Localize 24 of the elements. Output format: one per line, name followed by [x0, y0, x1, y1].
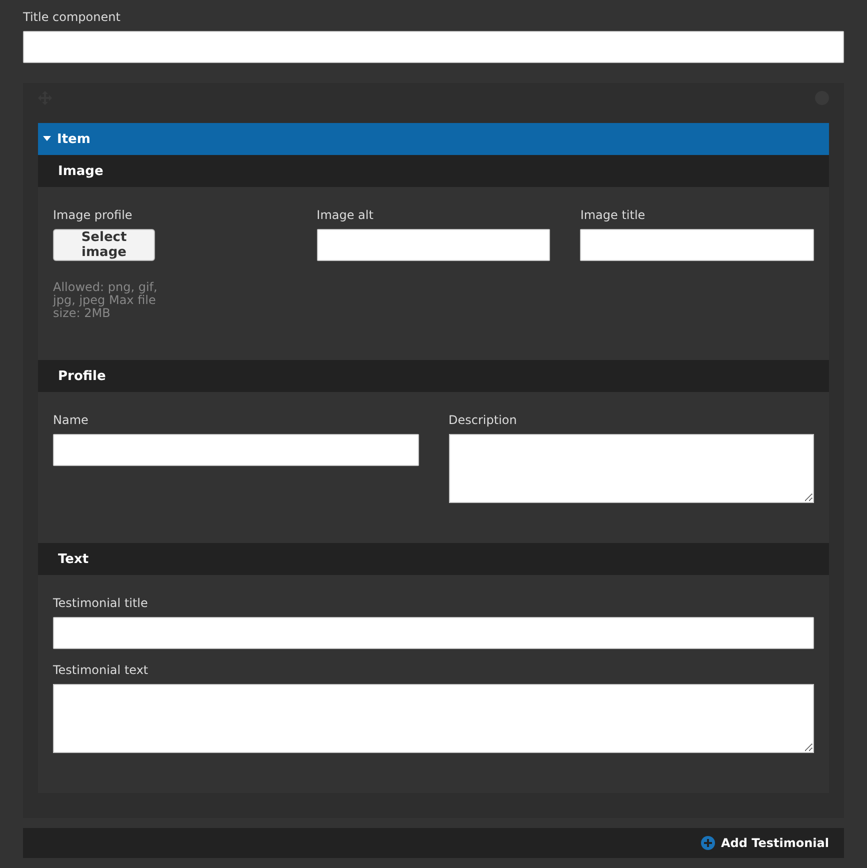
- field-label: Description: [448, 413, 518, 427]
- field-label: Image alt: [316, 208, 374, 222]
- add-testimonial-button[interactable]: Add Testimonial: [701, 836, 829, 850]
- file-hint: Allowed: png, gif, jpg, jpeg Max file size: 2MB: [53, 281, 158, 320]
- text-area[interactable]: [53, 684, 814, 753]
- text-field[interactable]: [23, 31, 844, 63]
- field-label: Testimonial text: [53, 663, 150, 677]
- field-label: Name: [53, 413, 90, 427]
- text-field[interactable]: [53, 617, 814, 649]
- text-field[interactable]: [53, 434, 418, 466]
- section-header: Image: [38, 155, 829, 187]
- text-field[interactable]: [580, 229, 814, 261]
- text-field[interactable]: [316, 229, 550, 261]
- field-label: Image profile: [53, 208, 134, 222]
- section-header: Profile: [38, 360, 829, 392]
- field-label: Image title: [580, 208, 646, 222]
- caret-icon: [43, 136, 51, 142]
- item-header[interactable]: Item: [38, 123, 829, 155]
- text-area[interactable]: [448, 434, 814, 503]
- field-label: Testimonial title: [53, 596, 149, 610]
- section-header: Text: [38, 543, 829, 575]
- plus-icon: [701, 836, 716, 850]
- field-label: Title component: [23, 10, 122, 24]
- select-image-button[interactable]: Select image: [53, 229, 155, 261]
